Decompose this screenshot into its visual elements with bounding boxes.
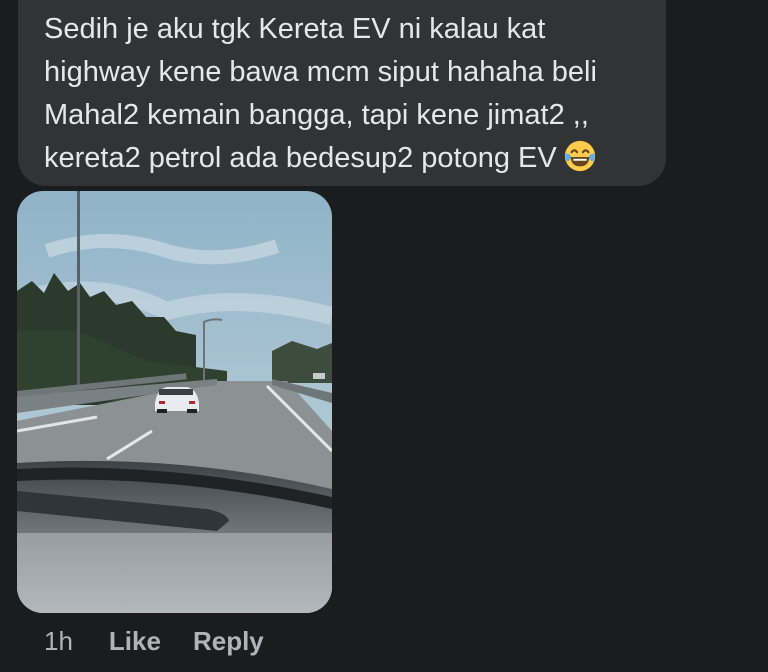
comment-line-1: Sedih je aku tgk Kereta EV ni kalau kat: [44, 13, 546, 45]
highway-car-photo-icon: [17, 191, 332, 613]
comment-actions: 1h Like Reply: [44, 624, 296, 658]
comment-line-3: Mahal2 kemain bangga, tapi kene jimat2 ,…: [44, 99, 589, 131]
comment-timestamp: 1h: [44, 625, 73, 656]
comment-line-2: highway kene bawa mcm siput hahaha beli: [44, 56, 597, 88]
comment-text: Sedih je aku tgk Kereta EV ni kalau kat …: [44, 8, 664, 180]
comment-line-4: kereta2 petrol ada bedesup2 potong EV: [44, 142, 557, 174]
laughing-tears-emoji-icon: [564, 140, 595, 172]
reply-button[interactable]: Reply: [193, 626, 264, 657]
comment-photo[interactable]: [17, 191, 332, 613]
like-button[interactable]: Like: [109, 626, 161, 657]
